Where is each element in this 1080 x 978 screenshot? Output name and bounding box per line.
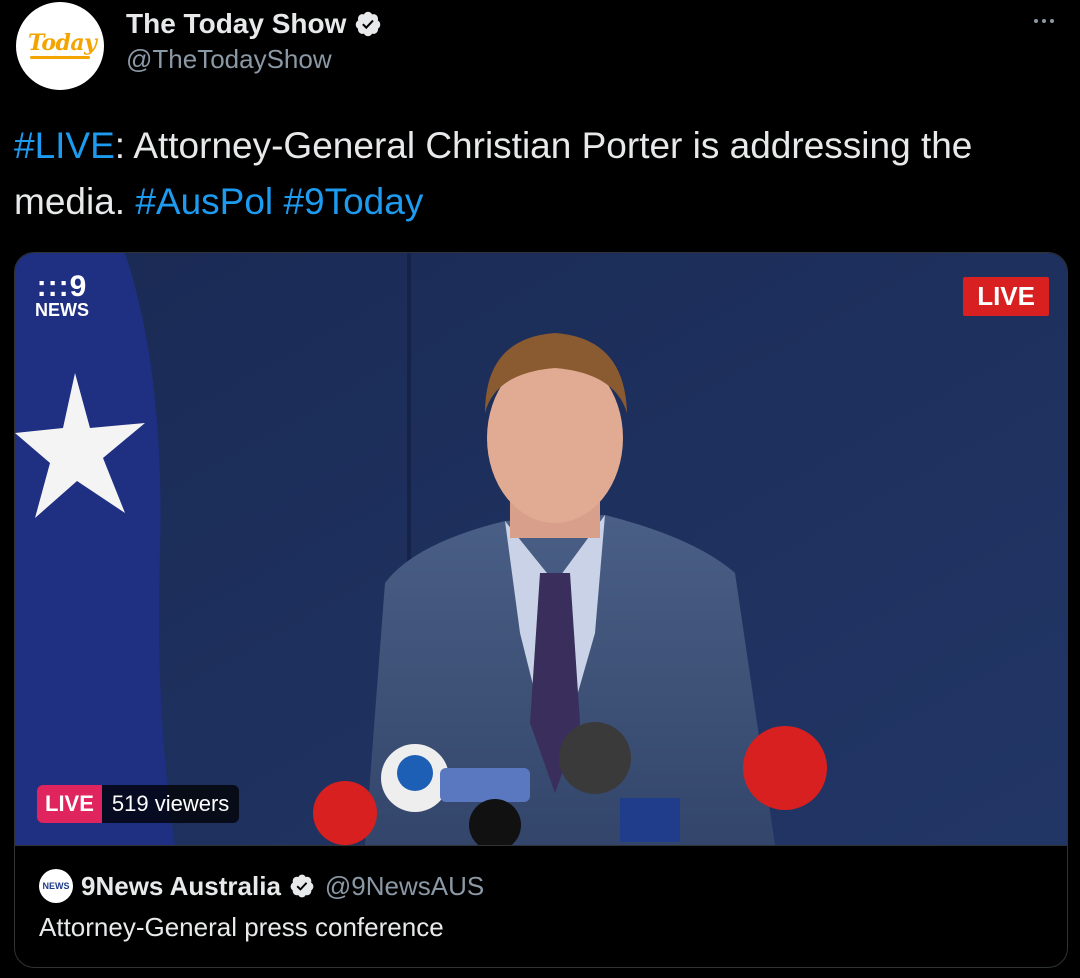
card-author-row: NEWS 9News Australia @9NewsAUS [39, 868, 484, 904]
verified-badge-icon [290, 874, 314, 898]
mic-seven [559, 722, 631, 794]
hashtag-live[interactable]: #LIVE [14, 125, 115, 166]
tweet: Today The Today Show @TheTodayShow #LIVE… [0, 0, 1080, 978]
mic-blue-flag [440, 768, 530, 802]
author-display-name[interactable]: The Today Show [126, 8, 346, 40]
today-logo: Today [28, 30, 97, 56]
nine-news-logo: :::9 NEWS [35, 270, 89, 320]
hashtag-9today[interactable]: #9Today [283, 181, 423, 222]
card-footer[interactable]: NEWS 9News Australia @9NewsAUS Attorney-… [15, 845, 1067, 967]
author-avatar[interactable]: Today [16, 2, 104, 90]
viewer-count: 519 viewers [111, 791, 230, 816]
card-title[interactable]: Attorney-General press conference [39, 912, 444, 943]
hashtag-auspol[interactable]: #AusPol [135, 181, 273, 222]
mic-ten [397, 755, 433, 791]
card-author-name[interactable]: 9News Australia [81, 871, 281, 902]
more-dot [1042, 19, 1046, 23]
mic-sbs [743, 726, 827, 810]
more-dots-icon[interactable] [1024, 6, 1064, 36]
today-logo-underline [30, 56, 90, 59]
mic-red-left [313, 781, 377, 845]
video-frame [15, 253, 1067, 845]
embedded-broadcast-card[interactable]: :::9 NEWS LIVE LIVE 519 viewers NEWS 9Ne… [14, 252, 1068, 968]
card-author-avatar[interactable]: NEWS [39, 869, 73, 903]
viewer-count-pill: LIVE 519 viewers [37, 785, 240, 823]
more-dot [1050, 19, 1054, 23]
card-avatar-text: NEWS [42, 881, 70, 891]
tweet-text: #LIVE: Attorney-General Christian Porter… [14, 118, 1054, 230]
live-video-player[interactable]: :::9 NEWS LIVE LIVE 519 viewers [15, 253, 1067, 845]
card-author-handle[interactable]: @9NewsAUS [325, 871, 484, 902]
live-tag: LIVE [37, 785, 102, 823]
nine-logo-mark: :::9 [36, 270, 88, 303]
more-dot [1034, 19, 1038, 23]
live-badge: LIVE [963, 277, 1049, 316]
mic-9news-flag [620, 798, 680, 842]
author-name-row: The Today Show [126, 6, 382, 42]
verified-badge-icon [356, 11, 381, 37]
nine-logo-text: NEWS [35, 300, 89, 320]
author-handle[interactable]: @TheTodayShow [126, 44, 332, 75]
